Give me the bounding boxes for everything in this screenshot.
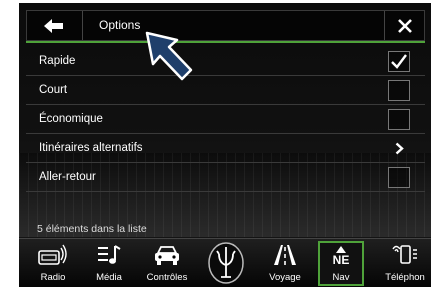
pointer-arrow-icon — [145, 31, 193, 81]
nav-item-media[interactable]: Média — [79, 239, 139, 287]
checkmark-icon — [391, 54, 407, 69]
court-checkbox[interactable] — [388, 80, 410, 101]
phone-icon — [392, 245, 417, 264]
nav-label-controles: Contrôles — [146, 272, 188, 283]
list-item-rapide[interactable]: Rapide — [26, 47, 425, 76]
list-item-itineraires-alternatifs[interactable]: Itinéraires alternatifs — [26, 134, 425, 163]
media-icon — [98, 245, 121, 264]
nav-label-voyage: Voyage — [269, 272, 301, 283]
nav-label-radio: Radio — [40, 272, 66, 283]
screenshot-frame: Options Rapide Court Économique Itinérai… — [0, 0, 431, 288]
economique-checkbox[interactable] — [388, 109, 410, 130]
nav-label-nav: Nav — [332, 272, 350, 283]
car-icon — [155, 246, 179, 265]
options-list: Rapide Court Économique Itinéraires alte… — [26, 47, 425, 192]
nav-label-telephone: Téléphon — [385, 272, 425, 283]
list-item-court[interactable]: Court — [26, 76, 425, 105]
rapide-checkbox[interactable] — [388, 51, 410, 72]
aller-retour-checkbox[interactable] — [388, 167, 410, 188]
page-title: Options — [99, 18, 141, 32]
compass-heading: NE — [332, 253, 350, 267]
list-item-label: Aller-retour — [39, 171, 96, 183]
list-item-label: Rapide — [39, 55, 76, 67]
close-button[interactable] — [384, 11, 424, 40]
arrow-left-icon — [44, 19, 63, 33]
head-unit-screen: Options Rapide Court Économique Itinérai… — [19, 3, 431, 287]
nav-item-voyage[interactable]: Voyage — [255, 239, 315, 287]
back-button[interactable] — [27, 11, 83, 40]
nav-item-nav[interactable]: NE Nav — [317, 239, 377, 287]
list-item-label: Itinéraires alternatifs — [39, 142, 143, 154]
list-item-label: Court — [39, 84, 68, 96]
chevron-right-icon — [395, 142, 404, 155]
close-icon — [398, 19, 412, 33]
bottom-nav-bar: Radio Média Contrôles Voyage NE Nav Télé… — [19, 238, 431, 287]
nav-item-telephone[interactable]: Téléphon — [375, 239, 431, 287]
list-item-aller-retour[interactable]: Aller-retour — [26, 163, 425, 192]
list-item-economique[interactable]: Économique — [26, 105, 425, 134]
list-item-label: Économique — [39, 113, 103, 125]
nav-item-radio[interactable]: Radio — [23, 239, 83, 287]
home-logo-button[interactable] — [207, 241, 245, 286]
trident-logo-icon — [208, 242, 244, 284]
header-bar: Options — [26, 10, 425, 41]
list-count-text: 5 éléments dans la liste — [37, 223, 147, 235]
nav-item-controles[interactable]: Contrôles — [137, 239, 197, 287]
radio-icon — [38, 244, 67, 265]
nav-label-media: Média — [96, 272, 122, 283]
road-icon — [274, 245, 296, 265]
